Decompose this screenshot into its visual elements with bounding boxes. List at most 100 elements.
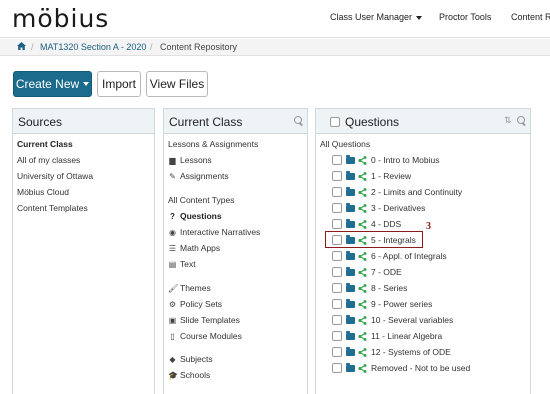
nav-schools[interactable]: 🎓 Schools — [168, 370, 210, 380]
folder-icon — [346, 282, 355, 292]
sources-title: Sources — [18, 115, 63, 129]
question-folder-row[interactable]: 6 - Appl. of Integrals — [332, 250, 447, 261]
folder-label: 9 - Power series — [371, 299, 433, 309]
question-folder-row[interactable]: Removed - Not to be used — [332, 362, 470, 373]
home-icon[interactable] — [17, 42, 26, 52]
folder-checkbox[interactable] — [332, 267, 342, 277]
current-class-title: Current Class — [169, 115, 243, 129]
share-icon[interactable] — [358, 155, 367, 165]
folder-label: 2 - Limits and Continuity — [371, 187, 463, 197]
share-icon[interactable] — [358, 315, 367, 325]
document-icon: ▤ — [168, 260, 177, 269]
share-icon[interactable] — [358, 363, 367, 373]
breadcrumb-separator: / — [31, 42, 34, 52]
nav-text[interactable]: ▤ Text — [168, 259, 196, 269]
folder-icon — [346, 186, 355, 196]
chevron-down-icon — [416, 15, 423, 20]
question-folder-row[interactable]: 1 - Review — [332, 170, 411, 181]
select-all-checkbox[interactable] — [330, 117, 340, 127]
mobius-logo[interactable]: möbius — [12, 4, 109, 33]
pencil-icon: ✎ — [169, 172, 176, 181]
share-icon[interactable] — [358, 219, 367, 229]
folder-checkbox[interactable] — [332, 363, 342, 373]
folder-checkbox[interactable] — [332, 331, 342, 341]
all-questions-label[interactable]: All Questions — [320, 139, 370, 149]
folder-label: 8 - Series — [371, 283, 408, 293]
nav-class-user-manager[interactable]: Class User Manager — [330, 12, 423, 22]
nav-interactive-narratives[interactable]: ◉ Interactive Narratives — [168, 227, 260, 237]
folder-icon — [346, 346, 355, 356]
nav-policy-sets[interactable]: ⚙ Policy Sets — [168, 299, 222, 309]
nav-subjects[interactable]: ◆ Subjects — [168, 354, 212, 364]
nav-schools-label: Schools — [180, 370, 211, 380]
question-folder-row[interactable]: 0 - Intro to Mobius — [332, 154, 440, 165]
folder-checkbox[interactable] — [332, 315, 342, 325]
folder-icon — [346, 154, 355, 164]
source-item-university[interactable]: University of Ottawa — [17, 171, 93, 181]
folder-icon — [346, 362, 355, 372]
nav-content-repository[interactable]: Content R — [511, 12, 550, 22]
search-icon[interactable] — [517, 116, 527, 126]
share-icon[interactable] — [358, 203, 367, 213]
folder-checkbox[interactable] — [332, 155, 342, 165]
nav-proctor-tools[interactable]: Proctor Tools — [439, 12, 491, 22]
share-icon[interactable] — [358, 171, 367, 181]
source-item-all-classes[interactable]: All of my classes — [17, 155, 80, 165]
question-folder-row[interactable]: 10 - Several variables — [332, 314, 453, 325]
source-item-content-templates[interactable]: Content Templates — [17, 203, 88, 213]
question-folder-row[interactable]: 3 - Derivatives — [332, 202, 426, 213]
view-files-button[interactable]: View Files — [146, 71, 208, 97]
nav-assignments[interactable]: ✎ Assignments — [168, 171, 229, 181]
nav-questions[interactable]: ? Questions — [168, 211, 222, 221]
folder-label: 4 - DDS — [371, 219, 402, 229]
nav-slide-templates-label: Slide Templates — [180, 315, 240, 325]
question-folder-row[interactable]: 2 - Limits and Continuity — [332, 186, 463, 197]
import-button[interactable]: Import — [97, 71, 141, 97]
nav-math-apps[interactable]: ☰ Math Apps — [168, 243, 220, 253]
folder-checkbox[interactable] — [332, 347, 342, 357]
folder-icon — [346, 218, 355, 228]
sort-icon[interactable]: ⇅ — [504, 115, 512, 126]
question-folder-row[interactable]: 11 - Linear Algebra — [332, 330, 443, 341]
graduation-cap-icon: 🎓 — [168, 371, 178, 380]
brush-icon: 🖌 — [168, 284, 179, 293]
question-folder-row[interactable]: 4 - DDS — [332, 218, 402, 229]
share-icon[interactable] — [358, 251, 367, 261]
source-item-mobius-cloud[interactable]: Möbius Cloud — [17, 187, 69, 197]
share-icon[interactable] — [358, 299, 367, 309]
share-icon[interactable] — [358, 347, 367, 357]
nav-slide-templates[interactable]: ▣ Slide Templates — [168, 315, 240, 325]
folder-label: 3 - Derivatives — [371, 203, 426, 213]
question-folder-row[interactable]: 12 - Systems of ODE — [332, 346, 451, 357]
create-new-button[interactable]: Create New — [13, 71, 92, 97]
folder-checkbox[interactable] — [332, 171, 342, 181]
breadcrumb-course-link[interactable]: MAT1320 Section A - 2020 — [40, 42, 146, 52]
question-folder-row[interactable]: 8 - Series — [332, 282, 408, 293]
folder-checkbox[interactable] — [332, 219, 342, 229]
nav-course-modules[interactable]: ▯ Course Modules — [168, 331, 242, 341]
cogs-icon: ⚙ — [168, 300, 177, 309]
breadcrumb-separator: / — [150, 42, 153, 52]
nav-text-label: Text — [180, 259, 196, 269]
folder-icon — [346, 170, 355, 180]
question-folder-row[interactable]: 7 - ODE — [332, 266, 402, 277]
nav-lessons[interactable]: ▆ Lessons — [168, 155, 212, 165]
folder-checkbox[interactable] — [332, 251, 342, 261]
folder-checkbox[interactable] — [332, 203, 342, 213]
share-icon[interactable] — [358, 187, 367, 197]
nav-assignments-label: Assignments — [180, 171, 229, 181]
share-icon[interactable] — [358, 267, 367, 277]
nav-policy-sets-label: Policy Sets — [180, 299, 223, 309]
share-icon[interactable] — [358, 283, 367, 293]
folder-checkbox[interactable] — [332, 187, 342, 197]
folder-checkbox[interactable] — [332, 299, 342, 309]
nav-lessons-label: Lessons — [180, 155, 212, 165]
nav-themes[interactable]: 🖌 Themes — [168, 283, 211, 293]
share-icon[interactable] — [358, 331, 367, 341]
question-folder-row[interactable]: 9 - Power series — [332, 298, 433, 309]
search-icon[interactable] — [294, 116, 304, 126]
folder-label: 11 - Linear Algebra — [371, 331, 443, 341]
image-icon: ▣ — [168, 316, 177, 325]
source-item-current-class[interactable]: Current Class — [17, 139, 73, 149]
folder-checkbox[interactable] — [332, 283, 342, 293]
